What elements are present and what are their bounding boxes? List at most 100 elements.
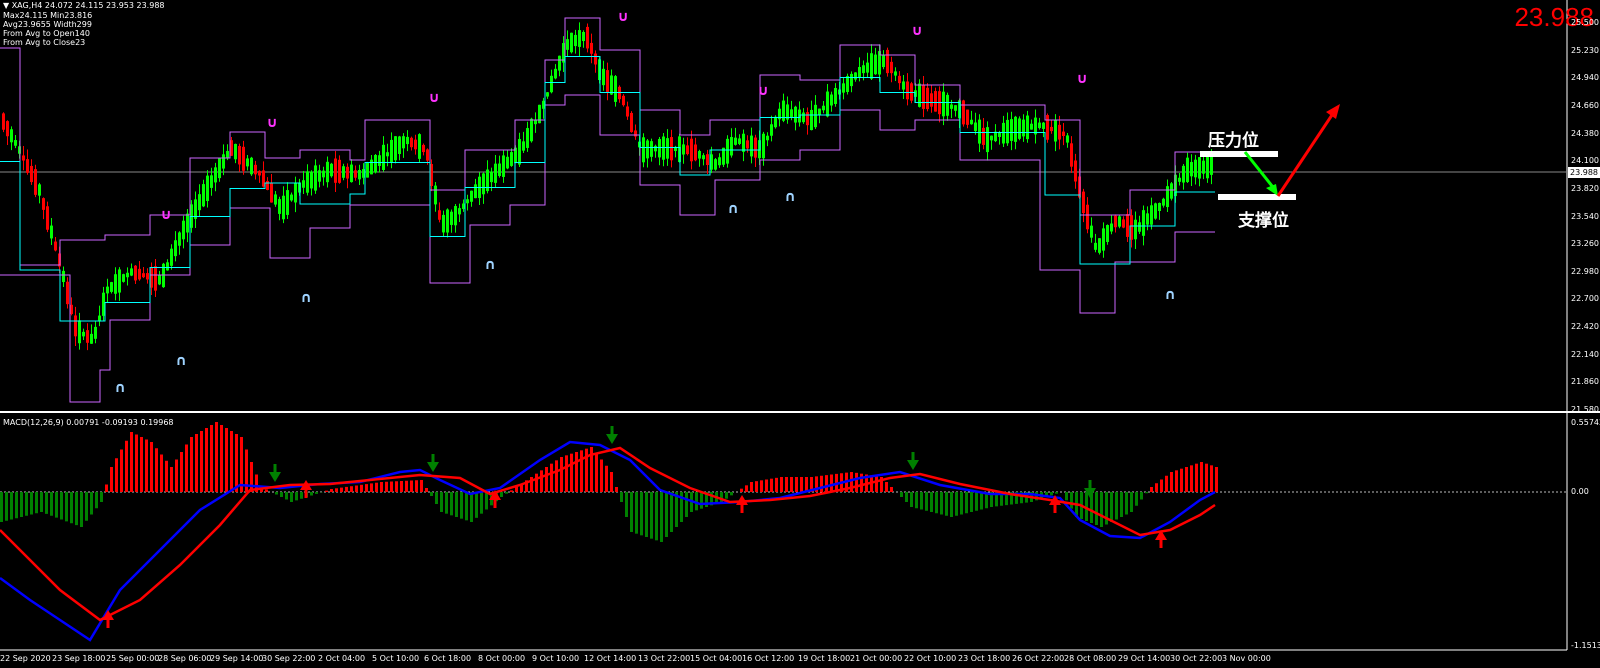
- candle-body: [90, 333, 93, 344]
- candle-body: [702, 155, 705, 160]
- time-axis-label: 26 Oct 22:00: [1012, 654, 1065, 663]
- histogram-bar: [560, 457, 563, 492]
- candle-body: [30, 165, 33, 183]
- histogram-bar: [1175, 470, 1178, 492]
- candle-body: [2, 113, 5, 130]
- histogram-bar: [615, 487, 618, 492]
- histogram-bar: [430, 492, 433, 496]
- histogram-bar: [60, 492, 63, 520]
- candle-body: [1178, 177, 1181, 182]
- histogram-bar: [155, 448, 158, 492]
- histogram-bar: [575, 452, 578, 492]
- price-axis-label: 24.660: [1571, 100, 1599, 110]
- histogram-bar: [650, 492, 653, 539]
- histogram-bar: [925, 492, 928, 511]
- histogram-bar: [670, 492, 673, 532]
- candle-body: [458, 208, 461, 215]
- candle-body: [218, 158, 221, 179]
- candle-body: [222, 154, 225, 169]
- candle-body: [286, 190, 289, 215]
- histogram-bar: [1070, 492, 1073, 509]
- candle-body: [210, 175, 213, 188]
- candle-body: [126, 272, 129, 278]
- histogram-bar: [480, 492, 483, 514]
- candle-body: [546, 92, 549, 97]
- histogram-bar: [395, 481, 398, 492]
- candle-body: [250, 157, 253, 175]
- histogram-bar: [0, 492, 3, 522]
- histogram-bar: [40, 492, 43, 512]
- histogram-bar: [820, 475, 823, 492]
- candle-body: [498, 163, 501, 176]
- candle-body: [358, 169, 361, 180]
- candle-body: [442, 214, 445, 233]
- candle-body: [1186, 157, 1189, 183]
- candle-body: [6, 121, 9, 137]
- histogram-bar: [900, 492, 903, 497]
- price-axis-label: 24.100: [1571, 156, 1599, 166]
- candle-body: [386, 152, 389, 157]
- histogram-bar: [145, 439, 148, 492]
- candle-body: [518, 139, 521, 165]
- horseshoe-up-icon: ∩: [484, 257, 496, 273]
- candle-body: [1134, 219, 1137, 240]
- candle-body: [610, 75, 613, 95]
- candle-body: [846, 76, 849, 92]
- histogram-bar: [965, 492, 968, 514]
- histogram-bar: [170, 467, 173, 492]
- histogram-bar: [635, 492, 638, 534]
- candle-body: [82, 331, 85, 337]
- candle-body: [558, 55, 561, 71]
- time-axis-label: 30 Sep 22:00: [262, 654, 316, 663]
- candle-body: [1162, 198, 1165, 206]
- histogram-bar: [485, 492, 488, 510]
- histogram-bar: [760, 480, 763, 492]
- candle-body: [470, 190, 473, 202]
- candle-body: [606, 70, 609, 92]
- candle-body: [122, 274, 125, 282]
- histogram-bar: [235, 434, 238, 492]
- candle-body: [1054, 119, 1057, 142]
- price-axis-label: 23.260: [1571, 239, 1599, 249]
- histogram-bar: [450, 492, 453, 516]
- candle-body: [686, 145, 689, 155]
- candle-body: [1102, 228, 1105, 251]
- candle-body: [350, 164, 353, 183]
- candle-body: [214, 167, 217, 183]
- histogram-bar: [500, 492, 503, 497]
- histogram-bar: [400, 481, 403, 492]
- candle-body: [790, 109, 793, 118]
- candle-body: [766, 135, 769, 141]
- candle-body: [982, 127, 985, 145]
- candle-body: [1014, 116, 1017, 142]
- horseshoe-up-icon: ∩: [727, 201, 739, 217]
- histogram-bar: [565, 455, 568, 492]
- macd-header: MACD(12,26,9) 0.00791 -0.09193 0.19968: [3, 418, 174, 427]
- candle-body: [26, 159, 29, 173]
- histogram-bar: [905, 492, 908, 502]
- candle-body: [42, 198, 45, 210]
- time-axis-label: 8 Oct 00:00: [478, 654, 526, 663]
- histogram-bar: [325, 490, 328, 492]
- candle-body: [178, 232, 181, 246]
- histogram-bar: [250, 462, 253, 492]
- candle-body: [182, 220, 185, 240]
- histogram-bar: [855, 472, 858, 492]
- candle-body: [1074, 160, 1077, 182]
- candle-body: [306, 171, 309, 193]
- histogram-bar: [285, 492, 288, 500]
- candle-body: [378, 155, 381, 166]
- histogram-bar: [960, 492, 963, 515]
- histogram-bar: [1125, 492, 1128, 515]
- candle-body: [170, 248, 173, 266]
- price-axis-label: 22.140: [1571, 349, 1599, 359]
- candle-body: [918, 83, 921, 107]
- candle-body: [1042, 122, 1045, 129]
- up-arrow-shaft: [1276, 111, 1336, 197]
- candle-body: [1118, 216, 1121, 227]
- histogram-bar: [640, 492, 643, 536]
- candle-body: [130, 268, 133, 276]
- histogram-bar: [540, 470, 543, 492]
- time-axis-label: 5 Oct 10:00: [372, 654, 420, 663]
- histogram-bar: [685, 492, 688, 517]
